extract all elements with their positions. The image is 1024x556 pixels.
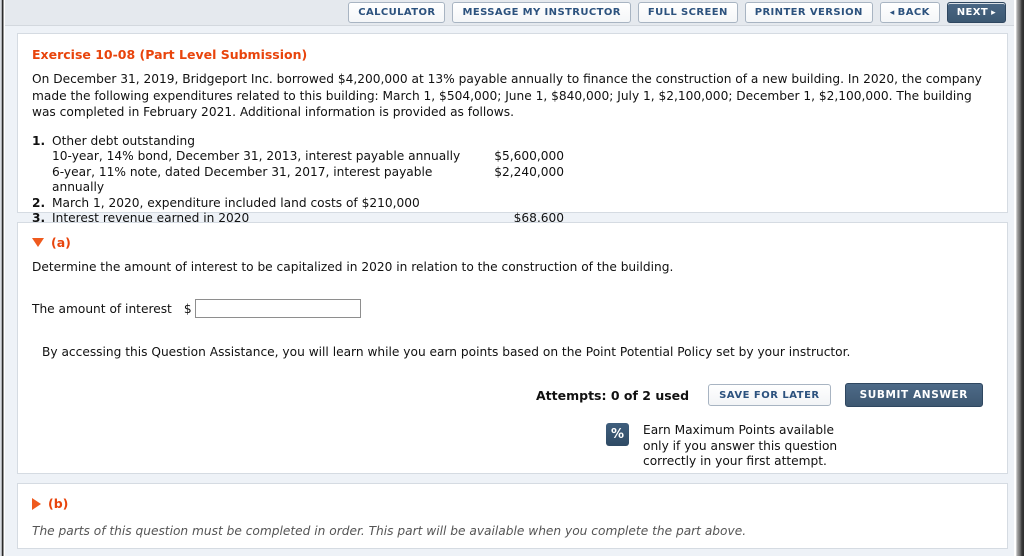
list-item-text: March 1, 2020, expenditure included land… bbox=[52, 195, 420, 210]
part-a-header[interactable]: (a) bbox=[32, 235, 1007, 250]
calculator-button-label: CALCULATOR bbox=[358, 7, 436, 18]
max-points-text: Earn Maximum Points available only if yo… bbox=[643, 423, 837, 470]
list-item: 1. Other debt outstanding bbox=[32, 134, 1007, 150]
triangle-down-icon[interactable] bbox=[32, 238, 44, 247]
interest-amount-input[interactable] bbox=[194, 299, 361, 318]
list-item-text: Other debt outstanding bbox=[52, 133, 195, 148]
list-subitem: 6-year, 11% note, dated December 31, 201… bbox=[32, 165, 1007, 196]
part-b-label: (b) bbox=[48, 496, 69, 511]
message-my-instructor-button-label: MESSAGE MY INSTRUCTOR bbox=[462, 7, 621, 18]
page-scrollbar[interactable] bbox=[1014, 0, 1024, 556]
printer-version-button-label: PRINTER VERSION bbox=[754, 7, 863, 18]
part-b-header[interactable]: (b) bbox=[32, 496, 1007, 511]
next-button-label: NEXT bbox=[956, 7, 989, 18]
currency-symbol: $ bbox=[183, 301, 192, 316]
list-subitem-label: 6-year, 11% note, dated December 31, 201… bbox=[52, 164, 433, 195]
list-item-number: 1. bbox=[32, 133, 46, 148]
list-subitem-label: 10-year, 14% bond, December 31, 2013, in… bbox=[52, 149, 461, 163]
list-item-number: 2. bbox=[32, 195, 46, 210]
exercise-description: On December 31, 2019, Bridgeport Inc. bo… bbox=[32, 72, 982, 119]
back-button[interactable]: ◂ BACK bbox=[879, 2, 940, 23]
save-for-later-button[interactable]: SAVE FOR LATER bbox=[708, 384, 831, 406]
message-my-instructor-button[interactable]: MESSAGE MY INSTRUCTOR bbox=[452, 2, 631, 23]
part-b-locked-note: The parts of this question must be compl… bbox=[32, 524, 747, 538]
triangle-right-icon[interactable] bbox=[32, 497, 41, 510]
exercise-title: Exercise 10-08 (Part Level Submission) bbox=[32, 47, 308, 62]
question-assistance-note: By accessing this Question Assistance, y… bbox=[42, 345, 851, 359]
list-subitem: 10-year, 14% bond, December 31, 2013, in… bbox=[32, 149, 1007, 165]
full-screen-button-label: FULL SCREEN bbox=[647, 7, 728, 18]
answer-row: The amount of interest $ bbox=[32, 299, 1007, 318]
calculator-button[interactable]: CALCULATOR bbox=[348, 2, 446, 23]
printer-version-button[interactable]: PRINTER VERSION bbox=[744, 2, 873, 23]
problem-statement-panel: Exercise 10-08 (Part Level Submission) O… bbox=[17, 33, 1008, 225]
submit-answer-button[interactable]: SUBMIT ANSWER bbox=[844, 383, 983, 407]
list-item: 2. March 1, 2020, expenditure included l… bbox=[32, 196, 1007, 212]
back-button-label: BACK bbox=[897, 7, 930, 18]
part-a-prompt: Determine the amount of interest to be c… bbox=[32, 260, 674, 274]
max-points-line-1: Earn Maximum Points available bbox=[643, 423, 834, 437]
chevron-right-icon: ▸ bbox=[991, 7, 996, 18]
top-toolbar: CALCULATOR MESSAGE MY INSTRUCTOR FULL SC… bbox=[5, 0, 1014, 26]
save-for-later-button-label: SAVE FOR LATER bbox=[719, 389, 820, 401]
page-left-edge bbox=[0, 0, 5, 556]
list-subitem-amount: $2,240,000 bbox=[494, 164, 564, 179]
part-a-action-bar: Attempts: 0 of 2 used SAVE FOR LATER SUB… bbox=[18, 383, 983, 407]
part-a-label: (a) bbox=[51, 235, 71, 250]
attempts-counter: Attempts: 0 of 2 used bbox=[536, 387, 690, 403]
chevron-left-icon: ◂ bbox=[889, 7, 895, 18]
submit-answer-button-label: SUBMIT ANSWER bbox=[859, 389, 968, 401]
page-root: CALCULATOR MESSAGE MY INSTRUCTOR FULL SC… bbox=[0, 0, 1024, 556]
next-button[interactable]: NEXT ▸ bbox=[946, 2, 1006, 23]
percent-icon: % bbox=[606, 423, 629, 446]
full-screen-button[interactable]: FULL SCREEN bbox=[637, 2, 738, 23]
answer-field-label: The amount of interest bbox=[32, 301, 172, 316]
max-points-notice: % Earn Maximum Points available only if … bbox=[606, 423, 1007, 470]
part-a-panel: (a) Determine the amount of interest to … bbox=[17, 222, 1008, 474]
max-points-line-3: correctly in your first attempt. bbox=[643, 454, 827, 468]
part-b-panel: (b) The parts of this question must be c… bbox=[17, 483, 1008, 549]
list-subitem-amount: $5,600,000 bbox=[494, 149, 564, 163]
additional-information-list: 1. Other debt outstanding 10-year, 14% b… bbox=[32, 134, 1007, 227]
max-points-line-2: only if you answer this question bbox=[643, 438, 838, 453]
